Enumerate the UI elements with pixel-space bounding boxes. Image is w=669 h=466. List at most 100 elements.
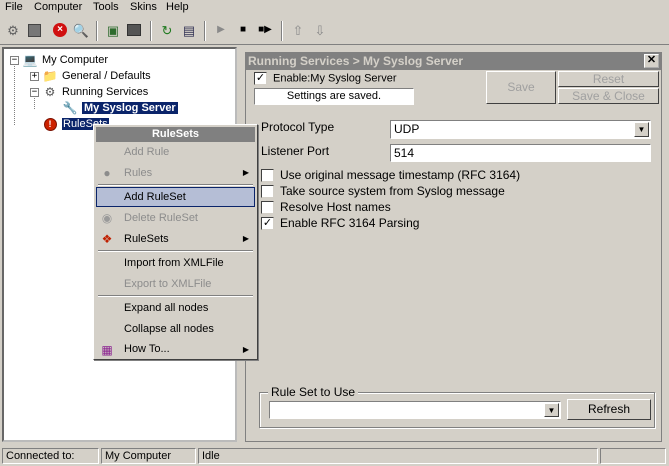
menu-separator — [98, 184, 253, 186]
tree-node-label: Running Services — [62, 86, 149, 98]
tree-node-label: My Computer — [42, 54, 109, 66]
tree-node-general[interactable]: 📁 General / Defaults — [42, 68, 151, 84]
checkbox-unchecked[interactable] — [261, 169, 274, 183]
listener-port-input[interactable]: 514 — [390, 144, 651, 162]
step-icon[interactable]: ■▶ — [256, 21, 274, 39]
toolbar-separator — [281, 21, 283, 41]
status-state: Idle — [198, 448, 598, 464]
menu-item-label: How To... — [124, 343, 170, 355]
status-connected-label: Connected to: — [2, 448, 99, 464]
menu-item-import-xml[interactable]: Import from XMLFile — [96, 253, 255, 273]
tree-collapse-toggle[interactable]: − — [30, 88, 39, 97]
menu-item-label: Expand all nodes — [124, 302, 209, 314]
option-label: Resolve Host names — [280, 200, 391, 214]
menu-item-collapse-all[interactable]: Collapse all nodes — [96, 319, 255, 339]
menu-bar: File Computer Tools Skins Help — [0, 0, 669, 16]
chevron-down-icon[interactable]: ▼ — [634, 122, 649, 137]
menu-item-label: Add RuleSet — [124, 191, 186, 203]
delete-disc-icon: ◉ — [101, 211, 113, 225]
menu-item-label: Add Rule — [124, 146, 170, 158]
checkbox-checked[interactable]: ✓ — [261, 217, 274, 231]
ruleset-group-label: Rule Set to Use — [268, 385, 359, 399]
reset-button[interactable]: Reset — [558, 71, 659, 87]
gear-icon[interactable]: ⚙ — [4, 21, 22, 39]
menu-separator — [98, 250, 253, 252]
option-rfc3164-parsing[interactable]: ✓ Enable RFC 3164 Parsing — [261, 216, 420, 231]
context-menu-title: RuleSets — [96, 127, 255, 142]
syslog-server-icon: 🔧 — [62, 101, 78, 115]
menu-item-add-ruleset[interactable]: Add RuleSet — [96, 187, 255, 207]
up-arrow-icon[interactable]: ⇧ — [289, 21, 307, 39]
save-status-field: Settings are saved. — [254, 88, 414, 105]
enable-service-label: Enable:My Syslog Server — [273, 72, 397, 85]
option-original-timestamp[interactable]: Use original message timestamp (RFC 3164… — [261, 168, 520, 183]
tree-node-label: General / Defaults — [62, 70, 151, 82]
toolbar: ⚙ × 🔍 ▣ ↻ ▤ ▶ ■ ■▶ ⇧ ⇩ — [0, 17, 669, 45]
monitor-icon[interactable] — [125, 21, 143, 39]
tree-node-syslog-server[interactable]: 🔧 My Syslog Server — [62, 100, 178, 116]
menu-item-label: Rules — [124, 167, 153, 179]
panel-title: Running Services > My Syslog Server — [246, 53, 661, 70]
menu-skins[interactable]: Skins — [130, 1, 157, 13]
ruleset-select[interactable]: ▼ — [269, 401, 561, 419]
rulesets-icon: ! — [42, 117, 58, 131]
menu-item-label: Delete RuleSet — [124, 212, 198, 224]
tree-node-my-computer[interactable]: 💻 My Computer — [22, 52, 109, 68]
submenu-arrow-icon: ▶ — [242, 234, 249, 243]
status-extra — [600, 448, 666, 464]
refresh-icon[interactable]: ↻ — [158, 21, 176, 39]
listener-port-label: Listener Port — [261, 144, 330, 158]
rulesets-icon: ❖ — [101, 232, 113, 246]
tree-node-running-services[interactable]: ⚙ Running Services — [42, 84, 149, 100]
option-source-system[interactable]: Take source system from Syslog message — [261, 184, 505, 199]
menu-item-rulesets[interactable]: ❖ RuleSets ▶ — [96, 229, 255, 249]
toolbar-separator — [204, 21, 206, 41]
option-label: Enable RFC 3164 Parsing — [280, 216, 420, 230]
menu-item-label: Import from XMLFile — [124, 257, 224, 269]
status-computer: My Computer — [101, 448, 196, 464]
tree-expand-toggle[interactable]: + — [30, 72, 39, 81]
menu-item-rules[interactable]: ● Rules ▶ — [96, 163, 255, 183]
computer-icon: 💻 — [22, 53, 38, 67]
menu-help[interactable]: Help — [166, 1, 189, 13]
menu-tools[interactable]: Tools — [93, 1, 119, 13]
menu-item-export-xml[interactable]: Export to XMLFile — [96, 274, 255, 294]
checkbox-checked[interactable]: ✓ — [254, 72, 267, 85]
option-label: Take source system from Syslog message — [280, 184, 505, 198]
down-arrow-icon[interactable]: ⇩ — [311, 21, 329, 39]
refresh-button[interactable]: Refresh — [567, 399, 651, 420]
protocol-type-label: Protocol Type — [261, 120, 335, 134]
submenu-arrow-icon: ▶ — [242, 345, 249, 354]
chevron-down-icon[interactable]: ▼ — [544, 403, 559, 417]
save-close-button[interactable]: Save & Close — [558, 88, 659, 104]
book-icon: ▦ — [101, 343, 113, 357]
search-computer-icon[interactable]: 🔍 — [72, 21, 90, 39]
menu-item-label: Export to XMLFile — [124, 278, 212, 290]
menu-separator — [98, 295, 253, 297]
save-disk-icon[interactable] — [25, 21, 43, 39]
network-icon[interactable]: ▣ — [104, 21, 122, 39]
protocol-type-select[interactable]: UDP ▼ — [390, 120, 651, 139]
stop-icon[interactable]: ■ — [234, 21, 252, 39]
menu-item-how-to[interactable]: ▦ How To... ▶ — [96, 340, 255, 359]
toolbar-separator — [96, 21, 98, 41]
menu-file[interactable]: File — [5, 1, 23, 13]
close-icon[interactable]: ✕ — [644, 54, 659, 68]
menu-computer[interactable]: Computer — [34, 1, 82, 13]
protocol-type-value: UDP — [394, 122, 420, 136]
save-button[interactable]: Save — [486, 71, 556, 104]
menu-item-delete-ruleset[interactable]: ◉ Delete RuleSet — [96, 208, 255, 228]
option-resolve-hostnames[interactable]: Resolve Host names — [261, 200, 391, 215]
services-gear-icon: ⚙ — [44, 85, 56, 99]
checkbox-unchecked[interactable] — [261, 201, 274, 215]
submenu-arrow-icon: ▶ — [242, 168, 249, 177]
stop-red-icon[interactable]: × — [51, 21, 69, 39]
checkbox-unchecked[interactable] — [261, 185, 274, 199]
menu-item-expand-all[interactable]: Expand all nodes — [96, 298, 255, 318]
play-icon[interactable]: ▶ — [212, 21, 230, 39]
menu-item-add-rule[interactable]: Add Rule — [96, 142, 255, 162]
enable-service-checkbox[interactable]: ✓ Enable:My Syslog Server — [254, 72, 397, 85]
tree-collapse-toggle[interactable]: − — [10, 56, 19, 65]
menu-item-label: Collapse all nodes — [124, 323, 214, 335]
document-icon[interactable]: ▤ — [180, 21, 198, 39]
